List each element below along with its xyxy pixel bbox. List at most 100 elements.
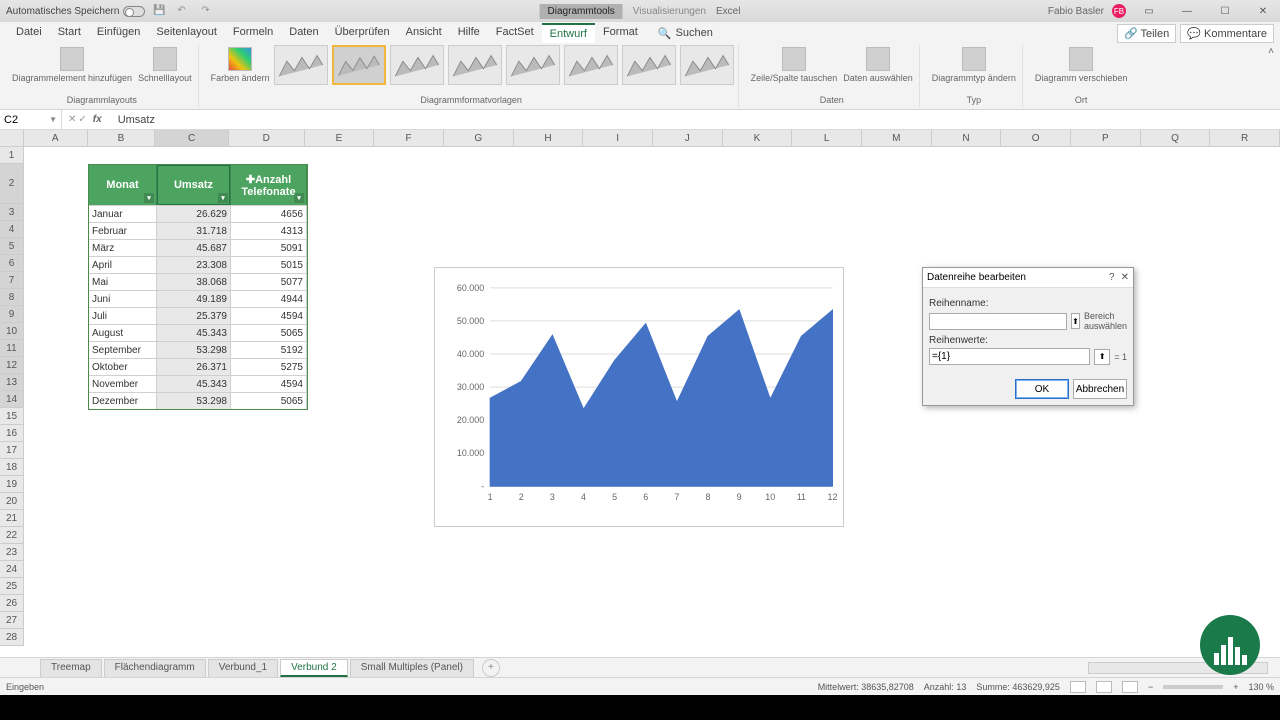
menu-format[interactable]: Format: [595, 23, 646, 43]
chart-style-thumb[interactable]: [622, 45, 676, 85]
chart-style-thumb[interactable]: [390, 45, 444, 85]
sheet-tab[interactable]: Treemap: [40, 659, 102, 677]
maximize-icon[interactable]: ☐: [1210, 0, 1240, 22]
redo-icon[interactable]: ↷: [201, 5, 213, 17]
col-header[interactable]: B: [88, 130, 156, 146]
row-header[interactable]: 19: [0, 476, 23, 493]
col-header[interactable]: M: [862, 130, 932, 146]
col-header[interactable]: E: [305, 130, 375, 146]
chart-style-thumb[interactable]: [680, 45, 734, 85]
menu-formeln[interactable]: Formeln: [225, 23, 281, 43]
row-header[interactable]: 21: [0, 510, 23, 527]
col-header[interactable]: Q: [1141, 130, 1211, 146]
switch-rowcol-button[interactable]: Zeile/Spalte tauschen: [749, 45, 840, 85]
menu-datei[interactable]: Datei: [8, 23, 50, 43]
menu-factset[interactable]: FactSet: [488, 23, 542, 43]
menu-einfügen[interactable]: Einfügen: [89, 23, 148, 43]
range-picker-icon[interactable]: ⬆: [1071, 313, 1080, 329]
filter-icon[interactable]: ▾: [294, 193, 304, 203]
table-row[interactable]: August45.3435065: [89, 324, 307, 341]
cancel-button[interactable]: Abbrechen: [1073, 379, 1127, 399]
col-header[interactable]: O: [1001, 130, 1071, 146]
table-cell[interactable]: 5091: [231, 239, 307, 256]
table-cell[interactable]: 31.718: [157, 222, 231, 239]
save-icon[interactable]: 💾: [153, 5, 165, 17]
select-all-corner[interactable]: [0, 130, 24, 146]
zoom-in-icon[interactable]: +: [1233, 682, 1238, 692]
share-button[interactable]: 🔗 Teilen: [1117, 24, 1176, 43]
undo-icon[interactable]: ↶: [177, 5, 189, 17]
zoom-slider[interactable]: [1163, 685, 1223, 689]
table-row[interactable]: Januar26.6294656: [89, 205, 307, 222]
table-cell[interactable]: 5065: [231, 324, 307, 341]
table-cell[interactable]: September: [89, 341, 157, 358]
filter-icon[interactable]: ▾: [218, 193, 228, 203]
minimize-icon[interactable]: —: [1172, 0, 1202, 22]
col-header[interactable]: H: [514, 130, 584, 146]
menu-daten[interactable]: Daten: [281, 23, 326, 43]
col-header[interactable]: P: [1071, 130, 1141, 146]
search-icon[interactable]: 🔍: [658, 27, 672, 40]
menu-start[interactable]: Start: [50, 23, 89, 43]
cancel-formula-icon[interactable]: ✕: [68, 114, 76, 125]
col-header[interactable]: J: [653, 130, 723, 146]
comments-button[interactable]: 💬 Kommentare: [1180, 24, 1274, 43]
normal-view-icon[interactable]: [1070, 681, 1086, 693]
col-header[interactable]: I: [583, 130, 653, 146]
quicklayout-button[interactable]: Schnelllayout: [136, 45, 194, 85]
sheet-tab[interactable]: Verbund_1: [208, 659, 278, 677]
table-cell[interactable]: 25.379: [157, 307, 231, 324]
table-cell[interactable]: Juni: [89, 290, 157, 307]
col-header[interactable]: D: [229, 130, 305, 146]
menu-seitenlayout[interactable]: Seitenlayout: [148, 23, 225, 43]
select-data-button[interactable]: Daten auswählen: [841, 45, 915, 85]
table-cell[interactable]: 45.687: [157, 239, 231, 256]
row-header[interactable]: 26: [0, 595, 23, 612]
menu-entwurf[interactable]: Entwurf: [542, 23, 595, 43]
series-values-input[interactable]: [929, 348, 1090, 365]
col-header[interactable]: K: [723, 130, 793, 146]
grid[interactable]: ABCDEFGHIJKLMNOPQR 123456789101112131415…: [0, 130, 1280, 657]
move-chart-button[interactable]: Diagramm verschieben: [1033, 45, 1130, 85]
row-header[interactable]: 13: [0, 374, 23, 391]
table-cell[interactable]: 4944: [231, 290, 307, 307]
row-header[interactable]: 10: [0, 323, 23, 340]
row-header[interactable]: 12: [0, 357, 23, 374]
col-header[interactable]: R: [1210, 130, 1280, 146]
col-header[interactable]: N: [932, 130, 1002, 146]
table-cell[interactable]: Juli: [89, 307, 157, 324]
table-cell[interactable]: 45.343: [157, 324, 231, 341]
table-row[interactable]: Februar31.7184313: [89, 222, 307, 239]
pagebreak-view-icon[interactable]: [1122, 681, 1138, 693]
chart-style-thumb[interactable]: [274, 45, 328, 85]
pagelayout-view-icon[interactable]: [1096, 681, 1112, 693]
row-header[interactable]: 17: [0, 442, 23, 459]
col-header[interactable]: G: [444, 130, 514, 146]
collapse-ribbon-icon[interactable]: ˄: [1268, 46, 1274, 57]
table-cell[interactable]: Dezember: [89, 392, 157, 409]
table-cell[interactable]: August: [89, 324, 157, 341]
col-header[interactable]: C: [155, 130, 229, 146]
row-header[interactable]: 23: [0, 544, 23, 561]
series-name-input[interactable]: [929, 313, 1067, 330]
ribbon-options-icon[interactable]: ▭: [1134, 0, 1164, 22]
formula-input[interactable]: Umsatz: [112, 114, 155, 126]
chart-style-thumb[interactable]: [564, 45, 618, 85]
table-cell[interactable]: 4656: [231, 205, 307, 222]
row-header[interactable]: 16: [0, 425, 23, 442]
col-header[interactable]: F: [374, 130, 444, 146]
row-header[interactable]: 2: [0, 164, 23, 204]
chart[interactable]: -10.00020.00030.00040.00050.00060.000123…: [434, 267, 844, 527]
row-header[interactable]: 1: [0, 147, 23, 164]
table-row[interactable]: März45.6875091: [89, 239, 307, 256]
table-row[interactable]: Dezember53.2985065: [89, 392, 307, 409]
chart-style-thumb[interactable]: [506, 45, 560, 85]
col-header[interactable]: A: [24, 130, 88, 146]
row-header[interactable]: 22: [0, 527, 23, 544]
table-row[interactable]: Mai38.0685077: [89, 273, 307, 290]
row-header[interactable]: 9: [0, 306, 23, 323]
avatar[interactable]: FB: [1112, 4, 1126, 18]
menu-ansicht[interactable]: Ansicht: [398, 23, 450, 43]
table-cell[interactable]: Mai: [89, 273, 157, 290]
change-type-button[interactable]: Diagrammtyp ändern: [930, 45, 1018, 85]
